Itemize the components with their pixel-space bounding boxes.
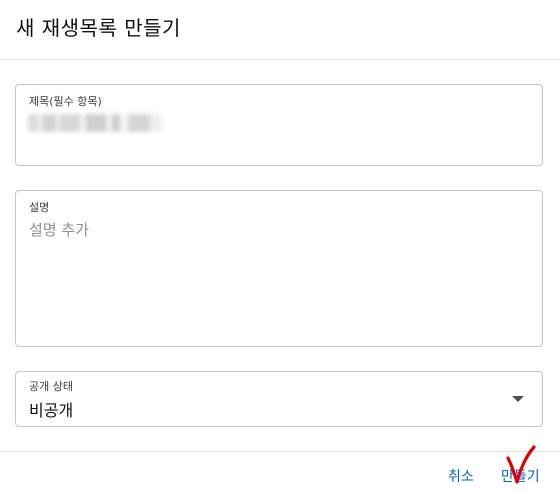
create-button[interactable]: 만들기 xyxy=(501,466,540,486)
visibility-select-label: 공개 상태 xyxy=(29,380,73,393)
dialog-title: 새 재생목록 만들기 xyxy=(16,16,181,40)
title-field[interactable]: 제목(필수 항목) xyxy=(15,84,543,166)
footer-divider xyxy=(0,451,560,452)
description-field[interactable]: 설명 설명 추가 xyxy=(15,190,543,347)
create-playlist-dialog: 새 재생목록 만들기 제목(필수 항목) 설명 설명 추가 공개 상태 비공개 … xyxy=(0,0,560,492)
cancel-button[interactable]: 취소 xyxy=(448,466,474,486)
title-field-label: 제목(필수 항목) xyxy=(29,95,102,108)
description-field-label: 설명 xyxy=(29,201,50,214)
visibility-select[interactable]: 공개 상태 비공개 xyxy=(15,371,543,427)
title-field-value-blurred[interactable] xyxy=(28,114,162,132)
description-placeholder[interactable]: 설명 추가 xyxy=(29,219,89,240)
visibility-selected-value[interactable]: 비공개 xyxy=(29,397,73,421)
header-divider xyxy=(0,59,560,60)
dropdown-caret-icon[interactable] xyxy=(512,396,524,402)
